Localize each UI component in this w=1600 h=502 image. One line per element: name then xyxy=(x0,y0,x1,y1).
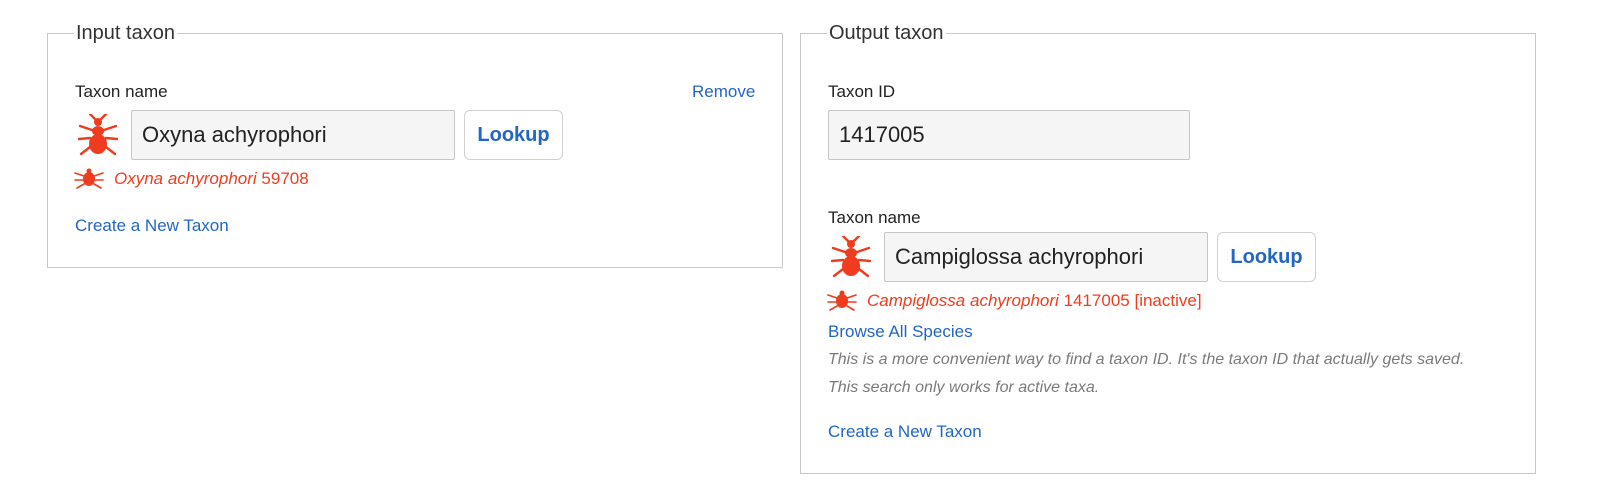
input-taxon-name-field[interactable] xyxy=(131,110,455,160)
input-taxon-result-id: 59708 xyxy=(261,169,309,188)
output-taxon-name-field[interactable] xyxy=(884,232,1208,282)
insect-icon xyxy=(76,112,120,163)
input-taxon-result[interactable]: Oxyna achyrophori 59708 xyxy=(114,169,309,189)
output-taxon-id-label: Taxon ID xyxy=(828,82,896,101)
input-lookup-button[interactable]: Lookup xyxy=(464,110,563,160)
insect-icon xyxy=(827,290,857,317)
insect-icon xyxy=(74,168,104,195)
output-taxon-result-name: Campiglossa achyrophori xyxy=(867,291,1059,310)
remove-link[interactable]: Remove xyxy=(692,82,755,102)
insect-icon xyxy=(829,234,873,285)
input-taxon-result-name: Oxyna achyrophori xyxy=(114,169,257,188)
output-taxon-name-label: Taxon name xyxy=(828,208,921,227)
output-lookup-button[interactable]: Lookup xyxy=(1217,232,1316,282)
input-taxon-legend: Input taxon xyxy=(76,22,175,44)
output-taxon-id-field[interactable] xyxy=(828,110,1190,160)
taxon-id-hint: This is a more convenient way to find a … xyxy=(828,351,1465,396)
output-create-new-taxon-link[interactable]: Create a New Taxon xyxy=(828,422,982,442)
output-taxon-legend: Output taxon xyxy=(829,22,944,44)
input-create-new-taxon-link[interactable]: Create a New Taxon xyxy=(75,216,229,236)
input-taxon-name-label: Taxon name xyxy=(75,82,168,101)
browse-all-species-link[interactable]: Browse All Species xyxy=(828,322,973,342)
output-taxon-result-id-status: 1417005 [inactive] xyxy=(1063,291,1202,310)
output-taxon-result[interactable]: Campiglossa achyrophori 1417005 [inactiv… xyxy=(867,291,1202,311)
